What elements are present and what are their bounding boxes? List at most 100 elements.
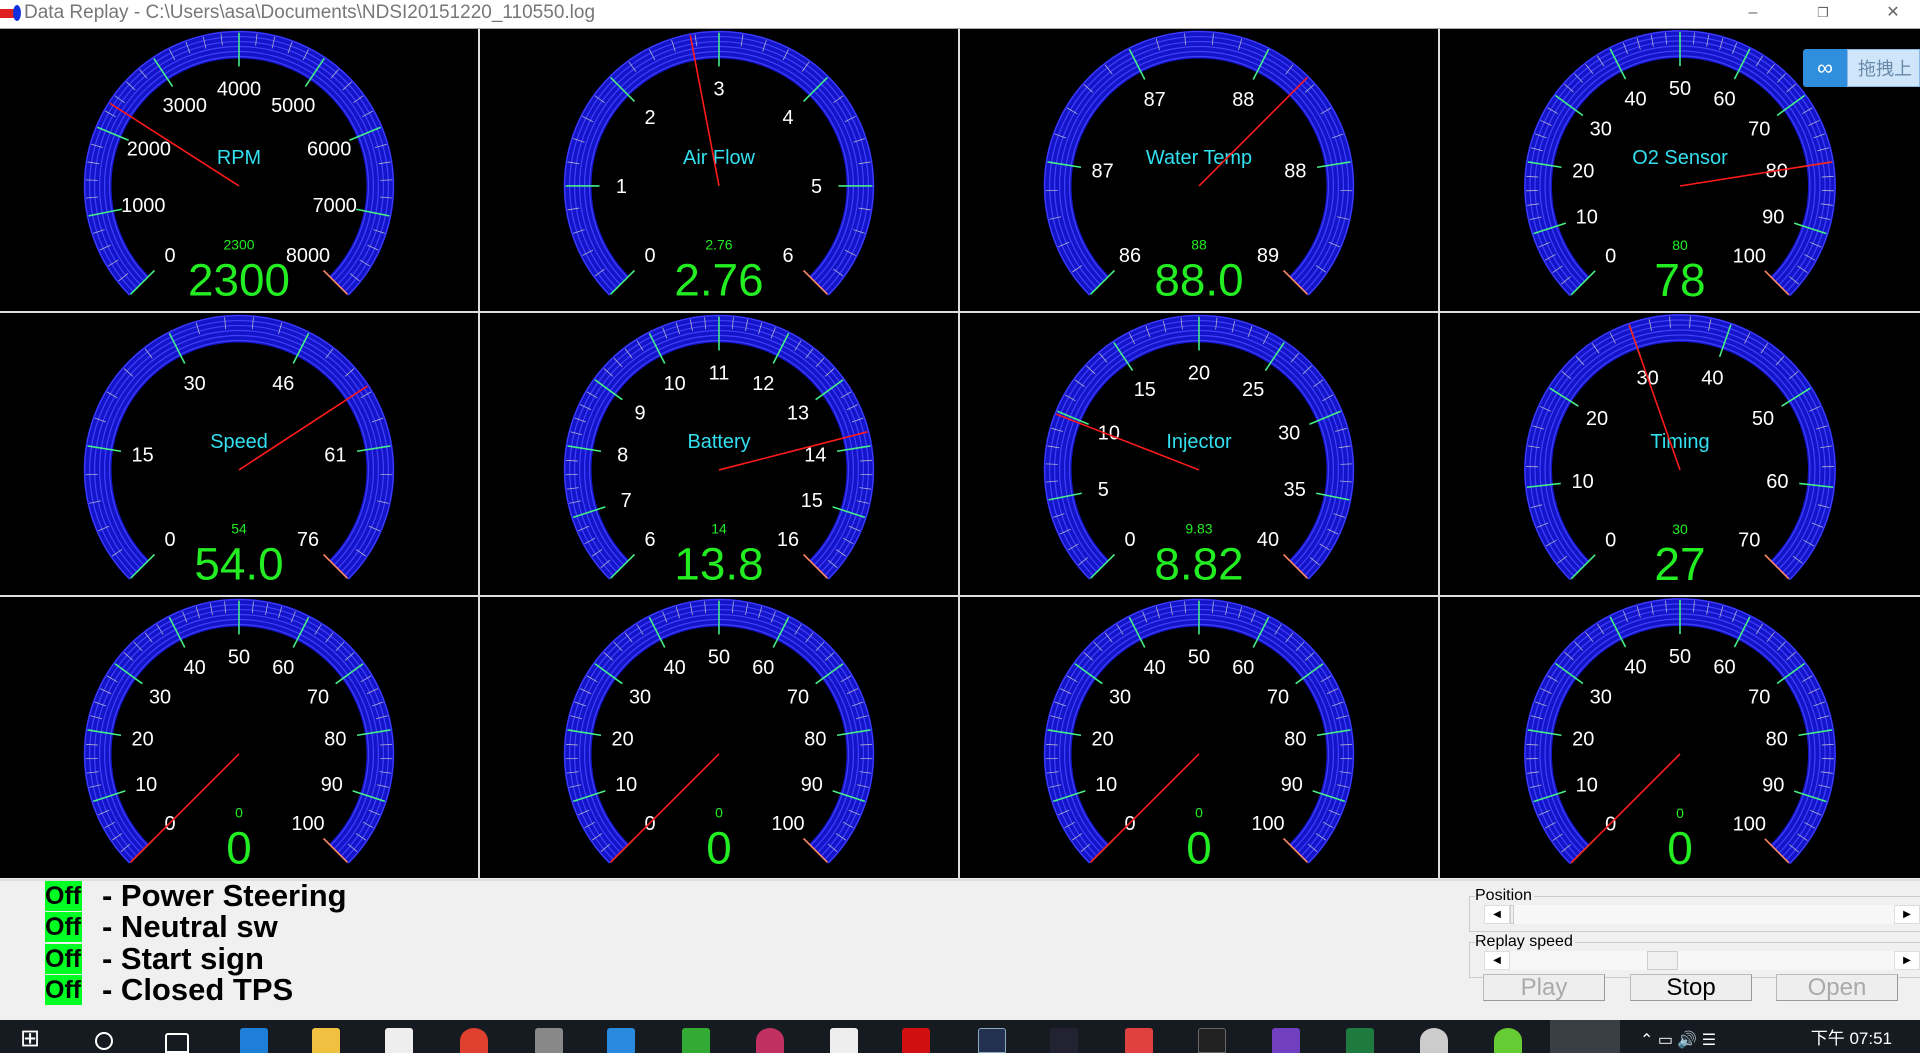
excel-icon[interactable] bbox=[1346, 1028, 1374, 1053]
play-button[interactable]: Play bbox=[1483, 974, 1605, 1001]
gauge-value: 2300 bbox=[188, 254, 290, 305]
replay-speed-group: Replay speed ◀ ▶ bbox=[1469, 933, 1920, 978]
chrome-icon[interactable] bbox=[460, 1028, 488, 1053]
minimize-button[interactable]: – bbox=[1730, 0, 1776, 28]
tick-label: 60 bbox=[272, 657, 294, 679]
gauge-value: 8.82 bbox=[1154, 538, 1243, 589]
scroll-right-arrow-icon[interactable]: ▶ bbox=[1894, 905, 1920, 924]
tick-label: 30 bbox=[1590, 118, 1612, 140]
gauge-title: Speed bbox=[210, 431, 268, 453]
store-icon[interactable] bbox=[385, 1028, 413, 1053]
tick-label: 70 bbox=[1267, 687, 1289, 709]
task-view-icon[interactable] bbox=[165, 1033, 189, 1053]
window-title: Data Replay - C:\Users\asa\Documents\NDS… bbox=[24, 2, 596, 23]
app-icon[interactable] bbox=[1125, 1028, 1153, 1053]
tick-label: 8000 bbox=[286, 245, 330, 267]
tick-label: 87 bbox=[1092, 161, 1114, 183]
gauge-small-value: 0 bbox=[715, 805, 723, 821]
gauge-dial: 0 5 10 15 20 25 30 35 40 Injector 9.838.82 bbox=[1043, 314, 1355, 589]
tick-label: 7000 bbox=[313, 195, 357, 217]
tick-label: 5 bbox=[1098, 479, 1109, 501]
taskbar: ⊞ ⌃ ▭ 🔊 ☰ 下午 07:51 bbox=[0, 1020, 1920, 1053]
gauge-small-value: 88 bbox=[1191, 237, 1207, 253]
replay-speed-thumb[interactable] bbox=[1647, 951, 1678, 970]
tick-label: 80 bbox=[1284, 729, 1306, 751]
search-icon[interactable] bbox=[95, 1032, 113, 1050]
gauge-small-value: 0 bbox=[235, 805, 243, 821]
gauge-speed: 0 15 30 46 61 76 Speed 54 54.0 bbox=[0, 313, 480, 597]
tick-label: 50 bbox=[228, 646, 250, 668]
status-row-neutral-sw: Off - Neutral sw bbox=[45, 909, 347, 944]
position-scrollbar[interactable]: ◀ ▶ bbox=[1484, 905, 1920, 924]
scroll-left-arrow-icon[interactable]: ◀ bbox=[1484, 951, 1510, 970]
scroll-right-arrow-icon[interactable]: ▶ bbox=[1894, 951, 1920, 970]
stop-button[interactable]: Stop bbox=[1630, 974, 1752, 1001]
app-icon[interactable] bbox=[830, 1028, 858, 1053]
tick-label: 9 bbox=[635, 403, 646, 425]
raw-icon[interactable] bbox=[1198, 1028, 1226, 1053]
tick-label: 60 bbox=[752, 657, 774, 679]
gauge-title: Air Flow bbox=[683, 147, 756, 169]
app-icon[interactable] bbox=[1272, 1028, 1300, 1053]
gauge-small-value: 80 bbox=[1672, 237, 1688, 253]
tick-label: 10 bbox=[1576, 774, 1598, 796]
status-indicator: Off bbox=[45, 912, 82, 943]
gauge-small-value: 9.83 bbox=[1185, 521, 1212, 537]
open-button[interactable]: Open bbox=[1776, 974, 1898, 1001]
status-row-start-sign: Off - Start sign bbox=[45, 941, 347, 976]
gauge-value: 2.76 bbox=[674, 254, 763, 305]
tick-label: 20 bbox=[1572, 161, 1594, 183]
tick-label: 50 bbox=[708, 646, 730, 668]
active-app-nds-icon[interactable] bbox=[1550, 1020, 1620, 1053]
replay-speed-scrollbar[interactable]: ◀ ▶ bbox=[1484, 951, 1920, 970]
tick-label: 40 bbox=[664, 657, 686, 679]
clock[interactable]: 下午 07:51 bbox=[1811, 1024, 1892, 1049]
tick-label: 100 bbox=[771, 813, 804, 835]
media-app-icon[interactable] bbox=[535, 1028, 563, 1053]
tick-label: 7 bbox=[621, 490, 632, 512]
scroll-left-arrow-icon[interactable]: ◀ bbox=[1484, 905, 1510, 924]
app-icon[interactable] bbox=[682, 1028, 710, 1053]
gauge-value: 78 bbox=[1654, 254, 1705, 306]
tick-label: 5 bbox=[811, 176, 822, 198]
file-explorer-icon[interactable] bbox=[312, 1028, 340, 1053]
gauge-dial: 0 1 2 3 4 5 6 Air Flow 2.762.76 bbox=[563, 30, 875, 305]
tick-label: 8 bbox=[617, 445, 628, 467]
status-indicator: Off bbox=[45, 880, 82, 911]
cloud-upload-widget[interactable]: ∞ 拖拽上 bbox=[1803, 49, 1920, 87]
tick-label: 20 bbox=[1092, 729, 1114, 751]
tray-icons[interactable]: ⌃ ▭ 🔊 ☰ bbox=[1640, 1030, 1716, 1050]
app-icon[interactable] bbox=[1050, 1028, 1078, 1053]
status-row-power-steering: Off - Power Steering bbox=[45, 878, 347, 913]
position-label: Position bbox=[1475, 887, 1534, 905]
tick-label: 16 bbox=[777, 529, 799, 551]
close-button[interactable]: ✕ bbox=[1870, 0, 1916, 28]
lightroom-icon[interactable] bbox=[978, 1028, 1006, 1053]
position-thumb[interactable] bbox=[1510, 905, 1514, 924]
tick-label: 15 bbox=[1134, 379, 1156, 401]
start-button[interactable]: ⊞ bbox=[20, 1024, 40, 1053]
app-icon[interactable] bbox=[756, 1028, 784, 1053]
app-icon[interactable] bbox=[607, 1028, 635, 1053]
creative-cloud-icon[interactable] bbox=[902, 1028, 930, 1053]
tick-label: 60 bbox=[1232, 657, 1254, 679]
tick-label: 90 bbox=[1281, 774, 1303, 796]
gauge-aux-2: 010203040506070809010000 bbox=[480, 597, 960, 881]
edge-icon[interactable] bbox=[240, 1028, 268, 1053]
gauge-dial: 868787 888889Water Temp8888.0 bbox=[1043, 30, 1355, 305]
restore-button[interactable]: ❐ bbox=[1800, 0, 1846, 28]
tick-label: 2000 bbox=[127, 139, 171, 161]
utorrent-icon[interactable] bbox=[1494, 1028, 1522, 1053]
gauge-small-value: 2300 bbox=[223, 237, 254, 253]
tick-label: 5000 bbox=[271, 95, 315, 117]
cloud-link-icon: ∞ bbox=[1803, 49, 1847, 87]
replay-controls: Position ◀ ▶ Replay speed ◀ ▶ Play Stop … bbox=[1460, 878, 1920, 1020]
app-icon[interactable] bbox=[1420, 1028, 1448, 1053]
gauge-aux-3: 010203040506070809010000 bbox=[960, 597, 1440, 881]
tick-label: 50 bbox=[1188, 646, 1210, 668]
gauge-value: 13.8 bbox=[674, 538, 763, 589]
tick-label: 100 bbox=[1733, 813, 1766, 835]
tick-label: 20 bbox=[132, 729, 154, 751]
title-bar: Data Replay - C:\Users\asa\Documents\NDS… bbox=[0, 0, 1920, 29]
tick-label: 88 bbox=[1284, 161, 1306, 183]
